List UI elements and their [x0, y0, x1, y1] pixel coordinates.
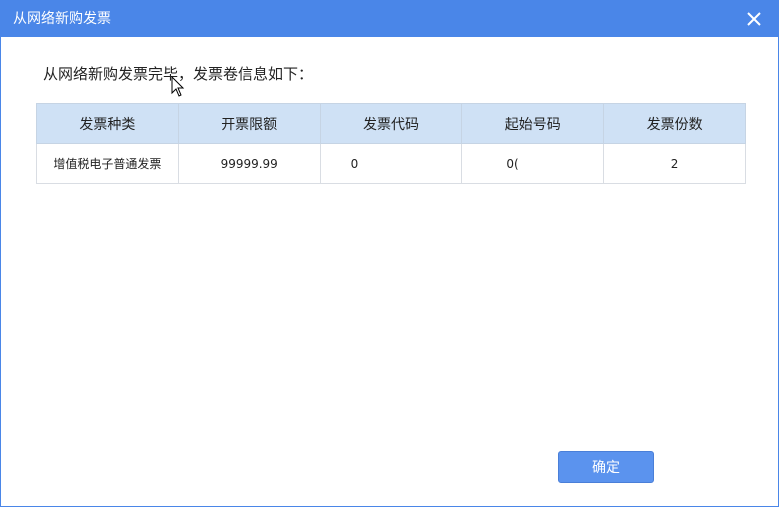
- ok-button[interactable]: 确定: [558, 451, 654, 483]
- cell-invoice-type: 增值税电子普通发票: [36, 143, 179, 184]
- cell-invoice-code: 0: [319, 143, 463, 184]
- header-start-number: 起始号码: [461, 103, 605, 144]
- close-icon[interactable]: [744, 9, 764, 29]
- dialog-title: 从网络新购发票: [13, 11, 111, 27]
- table-header-row: 发票种类 开票限额 发票代码 起始号码 发票份数: [36, 103, 746, 144]
- cell-start-number: 0(: [461, 143, 605, 184]
- invoice-roll-table: 发票种类 开票限额 发票代码 起始号码 发票份数 增值税电子普通发票 99999…: [36, 103, 746, 184]
- header-invoice-limit: 开票限额: [177, 103, 321, 144]
- mouse-cursor-icon: [171, 75, 185, 98]
- header-invoice-code: 发票代码: [319, 103, 463, 144]
- dialog-titlebar[interactable]: 从网络新购发票: [1, 1, 778, 37]
- cell-invoice-limit: 99999.99: [177, 143, 321, 184]
- invoice-purchase-dialog: 从网络新购发票 从网络新购发票完毕，发票卷信息如下： 发票种类 开票限额 发票代…: [0, 0, 779, 507]
- cell-invoice-count: 2: [603, 143, 746, 184]
- header-invoice-type: 发票种类: [36, 103, 179, 144]
- header-invoice-count: 发票份数: [603, 103, 746, 144]
- table-row[interactable]: 增值税电子普通发票 99999.99 0 0( 2: [36, 143, 746, 184]
